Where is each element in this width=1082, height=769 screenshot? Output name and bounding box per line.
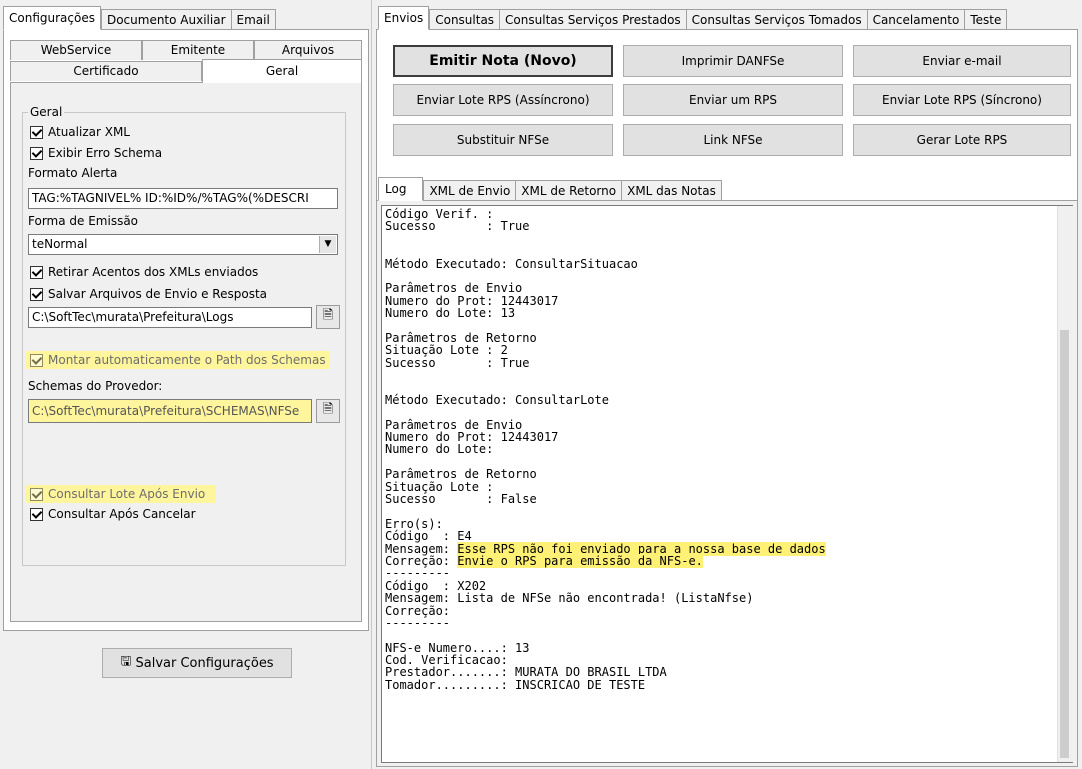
log-line: Numero do Lote: 13 — [385, 306, 516, 321]
log-line: Método Executado: ConsultarSituacao — [385, 256, 638, 271]
tab-consultas-tomados[interactable]: Consultas Serviços Tomados — [686, 9, 868, 30]
tab-consultas-prestados[interactable]: Consultas Serviços Prestados — [500, 9, 687, 30]
log-line: Correção: Envie o RPS para emissão da NF… — [385, 553, 703, 568]
log-line: Parâmetros de Retorno — [385, 467, 537, 482]
save-icon: 🖫 — [120, 654, 132, 669]
exibir-erro-schema-checkbox[interactable]: Exibir Erro Schema — [30, 146, 162, 160]
log-scrollbar-thumb[interactable] — [1060, 330, 1069, 758]
montar-path-checkbox[interactable]: Montar automaticamente o Path dos Schema… — [30, 353, 326, 367]
subtab-webservice[interactable]: WebService — [10, 40, 142, 60]
log-line: Mensagem: Lista de NFSe não encontrada! … — [385, 591, 754, 606]
formato-alerta-input[interactable]: TAG:%TAGNIVEL% ID:%ID%/%TAG%(%DESCRI — [28, 188, 338, 209]
salvar-arquivos-checkbox[interactable]: Salvar Arquivos de Envio e Resposta — [30, 287, 267, 301]
atualizar-xml-checkbox[interactable]: Atualizar XML — [30, 125, 130, 139]
formato-alerta-label: Formato Alerta — [28, 166, 118, 180]
log-line: Situação Lote : 2 — [385, 343, 508, 358]
tab-xml-envio[interactable]: XML de Envio — [423, 180, 517, 201]
checkbox-mark — [30, 287, 43, 301]
logs-path-input[interactable]: C:\SoftTec\murata\Prefeitura\Logs — [28, 307, 312, 328]
consultar-cancelar-label: Consultar Após Cancelar — [48, 507, 196, 521]
tab-xml-notas[interactable]: XML das Notas — [622, 180, 722, 201]
tab-documento-auxiliar[interactable]: Documento Auxiliar — [100, 9, 232, 30]
consultar-lote-checkbox[interactable]: Consultar Lote Após Envio — [30, 487, 205, 501]
tab-teste[interactable]: Teste — [965, 9, 1008, 30]
schemas-path-input[interactable]: C:\SoftTec\murata\Prefeitura\SCHEMAS\NFS… — [28, 399, 312, 423]
log-line: Sucesso : True — [385, 355, 530, 370]
tab-log[interactable]: Log — [378, 177, 424, 201]
tab-xml-retorno[interactable]: XML de Retorno — [516, 180, 623, 201]
left-tabstrip: Configurações Documento Auxiliar Email — [3, 6, 276, 30]
emitir-nota-button[interactable]: Emitir Nota (Novo) — [393, 45, 613, 77]
browse-schemas-button[interactable]: 🗎 — [316, 399, 340, 423]
splitter[interactable] — [371, 0, 372, 769]
log-text: Código Verif. : Sucesso : True Método Exec… — [385, 208, 826, 691]
tab-envios[interactable]: Envios — [378, 6, 430, 30]
subtab-geral[interactable]: Geral — [202, 59, 362, 83]
log-line: --------- — [385, 615, 451, 630]
tab-configuracoes[interactable]: Configurações — [3, 6, 101, 30]
forma-emissao-label: Forma de Emissão — [28, 214, 139, 228]
log-line: Sucesso : True — [385, 219, 530, 234]
montar-path-label: Montar automaticamente o Path dos Schema… — [48, 353, 326, 367]
subtab-emitente[interactable]: Emitente — [142, 40, 254, 60]
checkbox-mark — [30, 487, 43, 501]
log-line: Método Executado: ConsultarLote — [385, 392, 609, 407]
consultar-lote-label: Consultar Lote Após Envio — [48, 487, 206, 501]
geral-group-label: Geral — [28, 105, 65, 119]
tab-email[interactable]: Email — [231, 9, 276, 30]
forma-emissao-value: teNormal — [32, 237, 88, 251]
tab-consultas[interactable]: Consultas — [429, 9, 501, 30]
checkbox-mark — [30, 125, 43, 139]
retirar-acentos-label: Retirar Acentos dos XMLs enviados — [48, 265, 259, 279]
substituir-nfse-button[interactable]: Substituir NFSe — [393, 124, 613, 156]
enviar-lote-sincrono-button[interactable]: Enviar Lote RPS (Síncrono) — [853, 84, 1071, 116]
gerar-lote-rps-button[interactable]: Gerar Lote RPS — [853, 124, 1071, 156]
link-nfse-button[interactable]: Link NFSe — [623, 124, 843, 156]
log-line: --------- — [385, 566, 451, 581]
log-highlight: Envie o RPS para emissão da NFS-e. — [457, 553, 703, 568]
checkbox-mark — [30, 353, 43, 367]
log-line: Sucesso : False — [385, 491, 537, 506]
log-line: Tomador.........: INSCRICAO DE TESTE — [385, 677, 646, 692]
schemas-label: Schemas do Provedor: — [28, 379, 163, 393]
subtab-certificado[interactable]: Certificado — [10, 61, 202, 81]
folder-icon: 🗎 — [322, 402, 334, 417]
salvar-configuracoes-label: Salvar Configurações — [135, 655, 274, 671]
browse-logs-button[interactable]: 🗎 — [316, 305, 340, 329]
enviar-email-button[interactable]: Enviar e-mail — [853, 45, 1071, 77]
salvar-arquivos-label: Salvar Arquivos de Envio e Resposta — [48, 287, 267, 301]
enviar-lote-assincrono-button[interactable]: Enviar Lote RPS (Assíncrono) — [393, 84, 613, 116]
checkbox-mark — [30, 507, 43, 521]
checkbox-mark — [30, 265, 43, 279]
exibir-erro-schema-label: Exibir Erro Schema — [48, 146, 163, 160]
folder-icon: 🗎 — [322, 308, 334, 323]
right-tabstrip: Envios Consultas Consultas Serviços Pres… — [378, 6, 1008, 30]
salvar-configuracoes-button[interactable]: 🖫 Salvar Configurações — [102, 648, 292, 678]
imprimir-danfse-button[interactable]: Imprimir DANFSe — [623, 45, 843, 77]
tab-cancelamento[interactable]: Cancelamento — [867, 9, 966, 30]
chevron-down-icon[interactable]: ▼ — [319, 236, 336, 253]
log-line: Numero do Lote: — [385, 442, 494, 457]
log-tabstrip: Log XML de Envio XML de Retorno XML das … — [378, 177, 722, 201]
log-line: Correção: — [385, 603, 451, 618]
forma-emissao-select[interactable]: teNormal ▼ — [28, 234, 338, 255]
log-line: Parâmetros de Envio — [385, 281, 523, 296]
log-line: Prestador.......: MURATA DO BRASIL LTDA — [385, 665, 667, 680]
consultar-cancelar-checkbox[interactable]: Consultar Após Cancelar — [30, 507, 196, 521]
retirar-acentos-checkbox[interactable]: Retirar Acentos dos XMLs enviados — [30, 265, 258, 279]
enviar-um-rps-button[interactable]: Enviar um RPS — [623, 84, 843, 116]
atualizar-xml-label: Atualizar XML — [48, 125, 130, 139]
subtab-arquivos[interactable]: Arquivos — [254, 40, 362, 60]
checkbox-mark — [30, 146, 43, 160]
